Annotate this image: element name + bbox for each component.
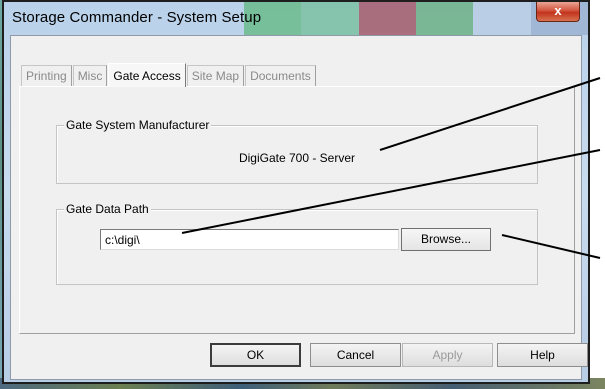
title-bar[interactable]: Storage Commander - System Setup x	[4, 2, 588, 35]
gate-system-manufacturer-group: Gate System Manufacturer DigiGate 700 - …	[56, 118, 538, 184]
cancel-button[interactable]: Cancel	[310, 343, 401, 367]
window-title: Storage Commander - System Setup	[12, 9, 262, 26]
tab-site-map[interactable]: Site Map	[186, 65, 245, 86]
tab-gate-access[interactable]: Gate Access	[108, 63, 186, 87]
tab-printing[interactable]: Printing	[21, 65, 72, 86]
dialog-window: Storage Commander - System Setup x Print…	[2, 0, 590, 384]
tab-misc[interactable]: Misc	[72, 65, 108, 86]
gate-data-path-input[interactable]	[100, 229, 399, 250]
dialog-client-area: Printing Misc Gate Access Site Map Docum…	[10, 35, 588, 380]
tab-strip: Printing Misc Gate Access Site Map Docum…	[21, 62, 317, 87]
gate-system-manufacturer-label: Gate System Manufacturer	[64, 118, 212, 132]
gate-data-path-group: Gate Data Path Browse...	[56, 202, 538, 285]
close-icon: x	[554, 3, 562, 18]
gate-system-manufacturer-value: DigiGate 700 - Server	[238, 151, 356, 165]
ok-button[interactable]: OK	[210, 343, 301, 367]
apply-button[interactable]: Apply	[402, 343, 493, 367]
browse-button[interactable]: Browse...	[401, 228, 491, 251]
tab-documents[interactable]: Documents	[245, 65, 316, 86]
gate-access-panel: Gate System Manufacturer DigiGate 700 - …	[19, 86, 575, 334]
close-button[interactable]: x	[536, 2, 580, 22]
help-button[interactable]: Help	[497, 343, 588, 367]
gate-data-path-label: Gate Data Path	[64, 202, 151, 216]
